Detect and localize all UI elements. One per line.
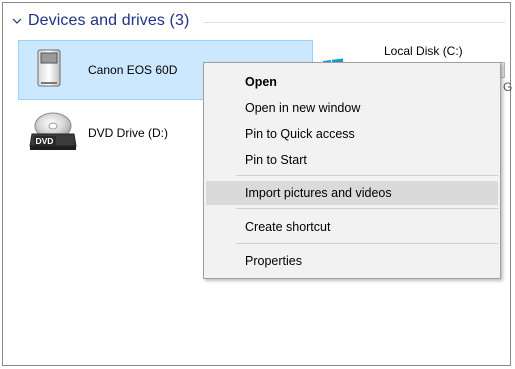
menu-item-pin-quick-access[interactable]: Pin to Quick access [206,122,498,146]
devices-group-header[interactable]: Devices and drives (3) [10,10,189,32]
menu-separator [236,175,498,176]
menu-separator [236,208,498,209]
menu-item-create-shortcut[interactable]: Create shortcut [206,215,498,239]
group-title: Devices and drives (3) [28,12,190,29]
dvd-drive-icon: DVD [29,112,77,150]
menu-separator [236,243,498,244]
menu-item-pin-start[interactable]: Pin to Start [206,148,498,172]
menu-item-open[interactable]: Open [206,70,498,94]
local-disk-size-text: G [503,80,513,94]
chevron-down-icon[interactable] [10,14,24,28]
device-label-local-disk[interactable]: Local Disk (C:) [384,44,463,58]
device-label-dvd: DVD Drive (D:) [88,126,168,140]
context-menu: Open Open in new window Pin to Quick acc… [203,62,501,279]
group-divider [203,22,505,23]
camera-device-icon [37,49,61,87]
menu-item-import-pictures[interactable]: Import pictures and videos [206,181,498,205]
dvd-badge-text: DVD [36,136,54,146]
menu-item-properties[interactable]: Properties [206,249,498,273]
device-label-canon: Canon EOS 60D [88,63,178,77]
menu-item-open-new-window[interactable]: Open in new window [206,96,498,120]
